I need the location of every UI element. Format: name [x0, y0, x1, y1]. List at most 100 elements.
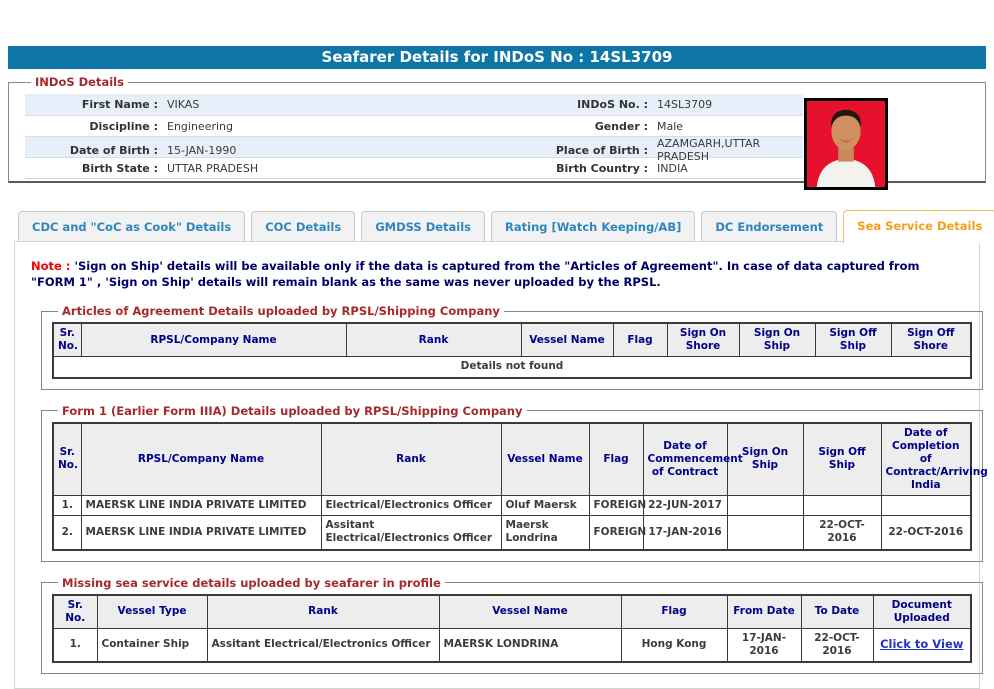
tab-coc-details[interactable]: COC Details: [251, 211, 356, 241]
details-not-found-message: Details not found: [52, 356, 972, 379]
birth-state-value: UTTAR PRADESH: [167, 161, 259, 175]
cell-completion-date: 22-OCT-2016: [880, 515, 972, 551]
column-header: Sign On Ship: [738, 322, 816, 358]
missing-sea-service-legend: Missing sea service details uploaded by …: [62, 575, 441, 590]
column-header: Document Uploaded: [872, 594, 972, 629]
column-header: Date of Commencement of Contract: [642, 422, 743, 497]
column-header: Vessel Name: [520, 322, 614, 358]
gender-label: Gender :: [594, 119, 648, 133]
column-header: Vessel Name: [500, 422, 590, 497]
articles-of-agreement-section: Articles of Agreement Details uploaded b…: [41, 304, 983, 390]
column-header: RPSL/Company Name: [80, 322, 347, 358]
tab-cdc-coc-cook-details[interactable]: CDC and "CoC as Cook" Details: [18, 211, 246, 241]
cell-sign-on-ship: [726, 495, 804, 517]
table-header-row: Sr. No. RPSL/Company Name Rank Vessel Na…: [52, 422, 988, 497]
place-of-birth-value: AZAMGARH,UTTAR PRADESH: [657, 137, 761, 163]
articles-of-agreement-table: Sr. No. RPSL/Company Name Rank Vessel Na…: [52, 322, 972, 379]
cell-sign-off-ship: 22-OCT-2016: [802, 515, 882, 551]
tab-dc-endorsement[interactable]: DC Endorsement: [701, 211, 838, 241]
seafarer-photo-image: [807, 101, 885, 187]
tab-gmdss-details[interactable]: GMDSS Details: [361, 211, 486, 241]
empty-row: Details not found: [52, 356, 972, 379]
cell-commencement-date: 17-JAN-2016: [642, 515, 728, 551]
cell-from-date: 17-JAN-2016: [726, 627, 802, 663]
indos-details-legend: INDoS Details: [35, 75, 124, 89]
table-row: 2. MAERSK LINE INDIA PRIVATE LIMITED Ass…: [52, 515, 972, 551]
column-header: From Date: [726, 594, 802, 629]
tab-rating-watch-keeping[interactable]: Rating [Watch Keeping/AB]: [491, 211, 696, 241]
column-header: Rank: [320, 422, 502, 497]
column-header: Sign Off Shore: [890, 322, 972, 358]
column-header: Date of Completion of Contract/Arriving …: [880, 422, 988, 497]
discipline-label: Discipline :: [89, 119, 158, 133]
first-name-label: First Name :: [81, 98, 158, 111]
column-header: Sr. No.: [52, 322, 82, 358]
date-of-birth-label: Date of Birth :: [69, 143, 158, 157]
cell-sr-no: 1.: [52, 627, 98, 663]
column-header: Rank: [345, 322, 522, 358]
cell-rank: Electrical/Electronics Officer: [320, 495, 502, 517]
table-row: 1. Container Ship Assitant Electrical/El…: [52, 627, 972, 663]
cell-sr-no: 1.: [52, 495, 82, 517]
column-header: Flag: [620, 594, 728, 629]
column-header: Sign Off Ship: [814, 322, 892, 358]
cell-sign-on-ship: [726, 515, 804, 551]
indos-no-value: 14SL3709: [657, 98, 713, 111]
indos-details-grid: First Name : VIKAS INDoS No. : 14SL3709 …: [25, 94, 803, 179]
birth-country-value: INDIA: [657, 161, 688, 175]
seafarer-photo: [804, 98, 888, 190]
table-row: 1. MAERSK LINE INDIA PRIVATE LIMITED Ele…: [52, 495, 972, 517]
tab-bar: CDC and "CoC as Cook" Details COC Detail…: [14, 210, 994, 243]
note-body: 'Sign on Ship' details will be available…: [31, 259, 920, 290]
gender-value: Male: [657, 119, 684, 133]
cell-sr-no: 2.: [52, 515, 82, 551]
column-header: Vessel Type: [96, 594, 208, 629]
articles-of-agreement-legend: Articles of Agreement Details uploaded b…: [62, 304, 500, 319]
form1-details-table: Sr. No. RPSL/Company Name Rank Vessel Na…: [52, 421, 988, 551]
indos-no-label: INDoS No. :: [577, 98, 648, 111]
cell-vessel-name: MAERSK LONDRINA: [438, 627, 622, 663]
cell-flag: Hong Kong: [620, 627, 728, 663]
cell-vessel-type: Container Ship: [96, 627, 208, 663]
cell-commencement-date: 22-JUN-2017: [642, 495, 728, 517]
cell-to-date: 22-OCT-2016: [800, 627, 874, 663]
column-header: Sr. No.: [52, 594, 98, 629]
cell-rank: Assitant Electrical/Electronics Officer: [320, 515, 502, 551]
indos-row: First Name : VIKAS INDoS No. : 14SL3709: [25, 94, 803, 115]
cell-vessel-name: Maersk Londrina: [500, 515, 590, 551]
column-header: Flag: [588, 422, 644, 497]
sea-service-details-panel: Note : 'Sign on Ship' details will be av…: [14, 241, 988, 689]
column-header: Sign On Shore: [666, 322, 740, 358]
column-header: Sr. No.: [52, 422, 82, 497]
table-header-row: Sr. No. RPSL/Company Name Rank Vessel Na…: [52, 322, 972, 358]
tab-sea-service-details[interactable]: Sea Service Details: [843, 210, 994, 243]
birth-state-label: Birth State :: [81, 161, 158, 175]
note-text: Note : 'Sign on Ship' details will be av…: [31, 258, 965, 290]
cell-flag: FOREIGN: [588, 515, 646, 551]
form1-details-section: Form 1 (Earlier Form IIIA) Details uploa…: [41, 403, 988, 562]
page-title: Seafarer Details for INDoS No : 14SL3709: [8, 46, 986, 69]
missing-sea-service-section: Missing sea service details uploaded by …: [41, 575, 983, 675]
first-name-value: VIKAS: [167, 98, 200, 111]
date-of-birth-value: 15-JAN-1990: [167, 143, 237, 157]
column-header: Rank: [206, 594, 440, 629]
missing-sea-service-table: Sr. No. Vessel Type Rank Vessel Name Fla…: [52, 593, 972, 664]
cell-completion-date: [880, 495, 972, 517]
cell-vessel-name: Oluf Maersk: [500, 495, 590, 517]
cell-rank: Assitant Electrical/Electronics Officer: [206, 627, 440, 663]
column-header: RPSL/Company Name: [80, 422, 322, 497]
indos-row: Date of Birth : 15-JAN-1990 Place of Bir…: [25, 136, 803, 163]
place-of-birth-label: Place of Birth :: [555, 143, 648, 157]
column-header: Vessel Name: [438, 594, 622, 629]
discipline-value: Engineering: [167, 119, 233, 133]
column-header: Sign Off Ship: [802, 422, 882, 497]
indos-details-section: INDoS Details First Name : VIKAS INDoS N…: [8, 75, 986, 190]
note-prefix: Note :: [31, 259, 71, 273]
form1-details-legend: Form 1 (Earlier Form IIIA) Details uploa…: [62, 403, 523, 418]
cell-document-uploaded: Click to View: [872, 627, 972, 663]
indos-row: Discipline : Engineering Gender : Male: [25, 115, 803, 136]
cell-company: MAERSK LINE INDIA PRIVATE LIMITED: [80, 515, 322, 551]
click-to-view-link[interactable]: Click to View: [880, 637, 963, 651]
column-header: Flag: [612, 322, 668, 358]
cell-company: MAERSK LINE INDIA PRIVATE LIMITED: [80, 495, 322, 517]
